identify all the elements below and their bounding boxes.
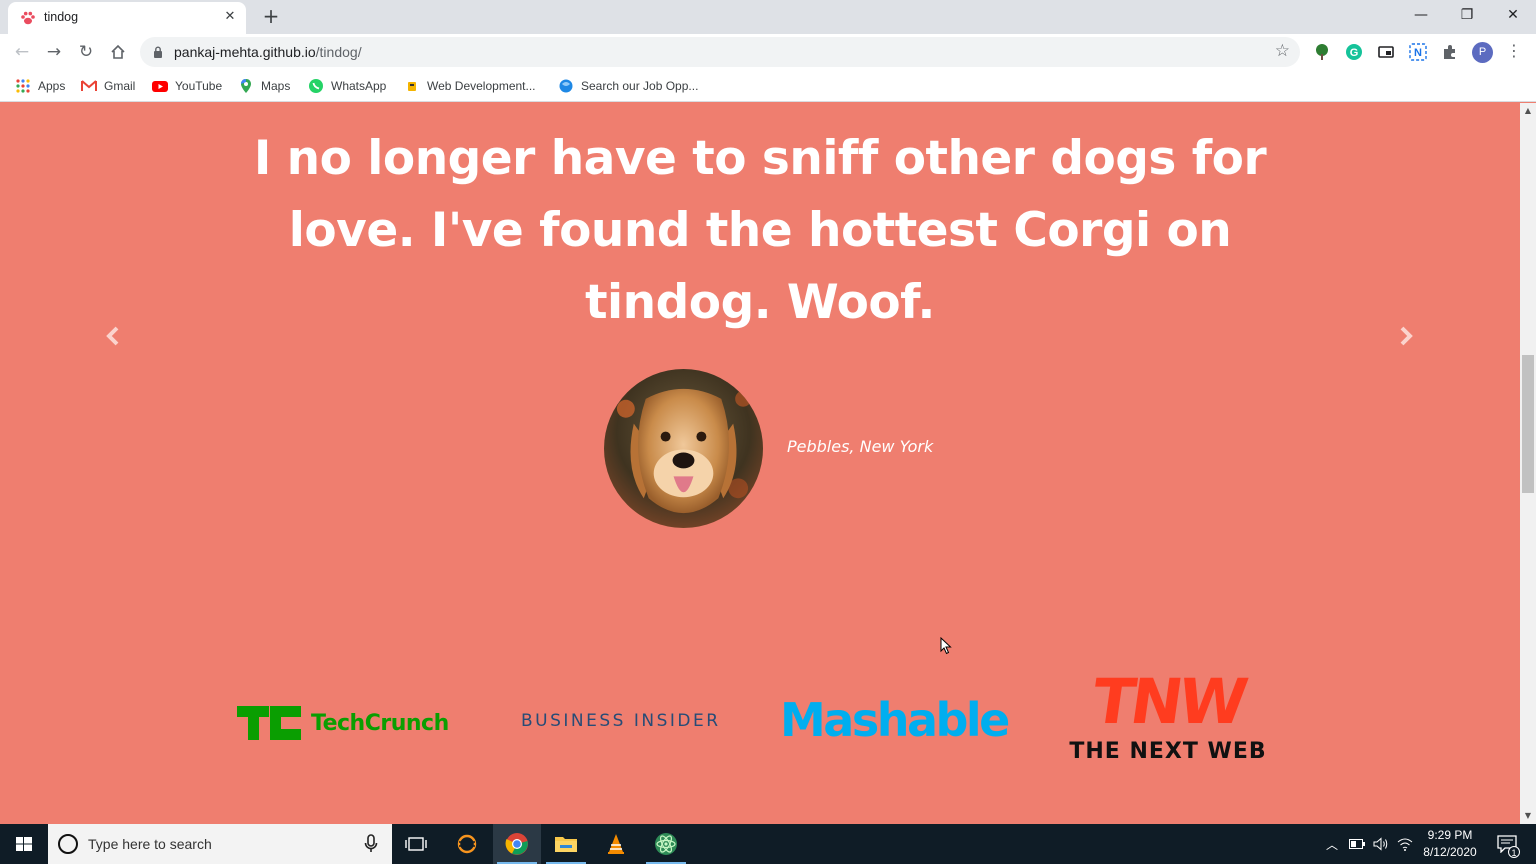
mouse-cursor-icon [940, 637, 952, 655]
web-dev-icon [408, 82, 416, 91]
browser-toolbar: ← → ↻ pankaj-mehta.github.io/tindog/ ☆ G… [0, 34, 1536, 70]
eclipse-app-icon[interactable] [443, 824, 491, 864]
tnw-letters: TNW [1087, 665, 1249, 738]
tnw-logo: TNW THE NEXT WEB [1053, 665, 1283, 764]
html-tree-extension-icon[interactable] [1312, 42, 1332, 62]
apps-grid-icon [16, 79, 30, 93]
extensions-puzzle-icon[interactable] [1440, 42, 1460, 62]
scroll-down-arrow-icon[interactable]: ▼ [1520, 808, 1536, 824]
close-window-button[interactable]: ✕ [1490, 0, 1536, 30]
lock-icon [154, 46, 162, 58]
taskbar-search-box[interactable]: Type here to search [48, 824, 392, 864]
testimonial-author: Pebbles, New York [787, 437, 934, 456]
carousel-prev-icon[interactable] [102, 321, 126, 351]
system-clock[interactable]: 9:29 PM 8/12/2020 [1414, 827, 1486, 861]
bookmark-web-development[interactable]: Web Development... [404, 77, 536, 95]
business-insider-logo: BUSINESS INSIDER [521, 711, 721, 731]
carousel-next-icon[interactable] [1393, 321, 1417, 351]
tray-chevron-up-icon[interactable]: ︿ [1322, 824, 1342, 864]
job-search-icon [559, 79, 573, 93]
whatsapp-icon [309, 79, 323, 93]
url-path: /tindog/ [315, 44, 362, 60]
task-view-icon[interactable] [392, 824, 440, 864]
mashable-logo: Mashable [780, 693, 1010, 747]
paw-icon [21, 11, 35, 25]
profile-avatar[interactable]: P [1472, 42, 1493, 63]
picture-in-picture-icon[interactable] [1376, 42, 1396, 62]
bookmark-label: Maps [261, 79, 291, 93]
bookmark-label: WhatsApp [331, 79, 387, 93]
techcrunch-tc-icon [237, 706, 301, 740]
svg-text:G: G [1350, 47, 1359, 59]
bookmark-label: Web Development... [427, 79, 536, 93]
gmail-icon [81, 80, 97, 91]
wifi-icon[interactable] [1394, 824, 1416, 864]
grammarly-icon[interactable]: G [1344, 42, 1364, 62]
cortana-circle-icon [58, 834, 78, 854]
bookmark-label: YouTube [175, 79, 223, 93]
testimonial-quote: I no longer have to sniff other dogs for… [253, 131, 1267, 330]
url-text: pankaj-mehta.github.io/tindog/ [174, 44, 362, 60]
tnw-wordmark: THE NEXT WEB [1069, 739, 1267, 764]
battery-icon[interactable] [1346, 824, 1368, 864]
clock-time: 9:29 PM [1427, 828, 1473, 842]
tab-close-icon[interactable]: ✕ [222, 9, 238, 25]
maps-icon [241, 79, 251, 93]
chrome-taskbar-icon[interactable] [493, 824, 541, 864]
volume-icon[interactable] [1370, 824, 1392, 864]
scroll-up-arrow-icon[interactable]: ▲ [1520, 103, 1536, 119]
bookmark-job-search[interactable]: Search our Job Opp... [558, 77, 698, 95]
bookmark-whatsapp[interactable]: WhatsApp [308, 77, 386, 95]
back-arrow-icon[interactable]: ← [10, 40, 34, 64]
reload-icon[interactable]: ↻ [74, 40, 98, 64]
vlc-icon[interactable] [592, 824, 640, 864]
techcrunch-wordmark: TechCrunch [311, 710, 449, 736]
dog-profile-image [604, 369, 763, 528]
tab-title: tindog [44, 10, 79, 24]
home-icon[interactable] [106, 40, 130, 64]
page-scrollbar[interactable]: ▲ ▼ [1520, 103, 1536, 824]
address-bar[interactable]: pankaj-mehta.github.io/tindog/ ☆ [140, 37, 1300, 67]
kebab-menu-icon[interactable]: ⋮ [1506, 41, 1522, 60]
n-extension-icon[interactable]: N [1408, 42, 1428, 62]
restore-button[interactable]: ❐ [1444, 0, 1490, 30]
bookmark-maps[interactable]: Maps [238, 77, 290, 95]
windows-logo-icon [16, 837, 32, 851]
start-button[interactable] [0, 824, 48, 864]
youtube-icon [152, 81, 168, 92]
url-host: pankaj-mehta.github.io [174, 44, 316, 60]
bookmark-youtube[interactable]: YouTube [152, 77, 222, 95]
minimize-button[interactable]: — [1398, 0, 1444, 30]
browser-tab[interactable]: tindog ✕ [8, 2, 246, 34]
notification-center-icon[interactable]: 1 [1490, 824, 1524, 864]
bookmark-gmail[interactable]: Gmail [81, 77, 135, 95]
taskbar-search-placeholder: Type here to search [88, 836, 212, 852]
bookmark-apps[interactable]: Apps [15, 77, 65, 95]
notification-count-badge: 1 [1508, 846, 1520, 858]
tab-strip: tindog ✕ + — ❐ ✕ [0, 0, 1536, 34]
svg-text:N: N [1414, 47, 1422, 59]
testimonials-section: I no longer have to sniff other dogs for… [0, 103, 1520, 824]
atom-editor-icon[interactable] [642, 824, 690, 864]
new-tab-button[interactable]: + [259, 5, 283, 29]
bookmark-label: Search our Job Opp... [581, 79, 699, 93]
bookmark-star-icon[interactable]: ☆ [1275, 41, 1290, 61]
forward-arrow-icon[interactable]: → [42, 40, 66, 64]
bookmark-label: Apps [38, 79, 66, 93]
file-explorer-icon[interactable] [542, 824, 590, 864]
bookmarks-bar: Apps Gmail YouTube Maps WhatsApp Web Dev… [0, 70, 1536, 102]
scroll-thumb[interactable] [1522, 355, 1534, 493]
microphone-icon[interactable] [364, 834, 378, 854]
bookmark-label: Gmail [104, 79, 136, 93]
windows-taskbar: Type here to search ︿ 9:29 PM 8/12/2020 … [0, 824, 1536, 864]
techcrunch-logo: TechCrunch [237, 703, 449, 743]
clock-date: 8/12/2020 [1423, 845, 1477, 859]
